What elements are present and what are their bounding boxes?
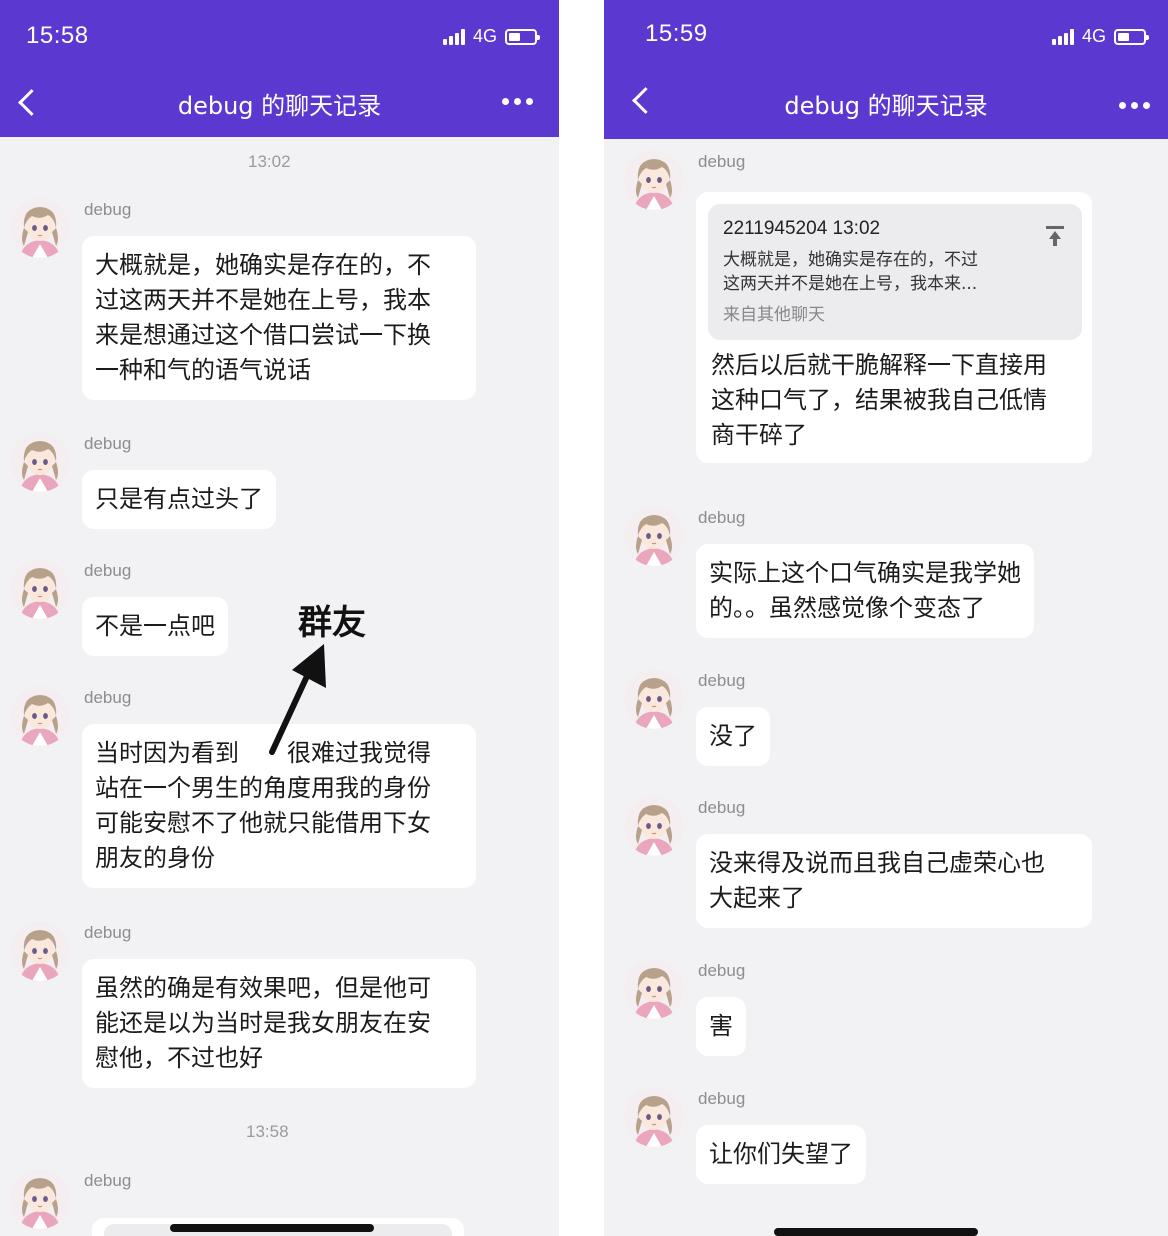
avatar[interactable] — [624, 1087, 684, 1147]
signal-icon — [442, 28, 465, 45]
battery-icon — [1114, 28, 1149, 45]
status-time: 15:58 — [26, 22, 89, 49]
sender-name: debug — [698, 961, 746, 980]
home-indicator — [774, 1228, 978, 1236]
timestamp: 13:02 — [248, 152, 291, 171]
status-icons: 4G — [442, 26, 540, 47]
network-type: 4G — [1081, 26, 1106, 46]
divider — [559, 0, 604, 1236]
network-type: 4G — [472, 26, 497, 46]
sender-name: debug — [698, 671, 746, 690]
message-bubble[interactable]: 只是有点过头了 — [82, 470, 276, 529]
annotation-label: 群友 — [298, 603, 366, 643]
avatar[interactable] — [10, 686, 70, 746]
message-bubble[interactable]: 没来得及说而且我自己虚荣心也 大起来了 — [696, 834, 1092, 928]
avatar[interactable] — [10, 1169, 70, 1229]
quote-card[interactable]: 2211945204 13:02 大概就是，她确实是存在的，不过 这两天并不是她… — [708, 204, 1082, 340]
avatar[interactable] — [10, 559, 70, 619]
signal-icon — [1051, 28, 1074, 45]
message-bubble[interactable]: 实际上这个口气确实是我学她 的。。虽然感觉像个变态了 — [696, 544, 1034, 638]
avatar[interactable] — [624, 506, 684, 566]
sender-name: debug — [84, 923, 132, 942]
avatar[interactable] — [10, 432, 70, 492]
status-time: 15:59 — [645, 20, 708, 47]
quote-text: 大概就是，她确实是存在的，不过 这两天并不是她在上号，我本来... — [723, 250, 978, 294]
timestamp: 13:58 — [246, 1122, 289, 1141]
phone-screen-left: 15:58 4G debug 的聊天记录 13:02 debug 大概就是，她确… — [0, 0, 559, 1236]
sender-name: debug — [698, 508, 746, 527]
avatar[interactable] — [624, 959, 684, 1019]
annotation-arrow-icon — [269, 644, 326, 755]
message-bubble[interactable]: 让你们失望了 — [696, 1125, 866, 1184]
sender-name: debug — [84, 561, 132, 580]
message-bubble[interactable]: 虽然的确是有效果吧，但是他可 能还是以为当时是我女朋友在安 慰他，不过也好 — [82, 959, 476, 1088]
more-dots-icon[interactable] — [502, 98, 533, 105]
message-bubble[interactable]: 大概就是，她确实是存在的，不 过这两天并不是她在上号，我本 来是想通过这个借口尝… — [82, 236, 476, 400]
sender-name: debug — [84, 434, 132, 453]
sender-name: debug — [84, 688, 132, 707]
avatar[interactable] — [624, 150, 684, 210]
phone-screen-right: 15:59 4G debug 的聊天记录 debug 2211945204 13… — [604, 0, 1168, 1236]
sender-name: debug — [698, 152, 746, 171]
avatar[interactable] — [10, 921, 70, 981]
sender-name: debug — [84, 200, 132, 219]
avatar[interactable] — [624, 669, 684, 729]
page-title: debug 的聊天记录 — [784, 92, 988, 120]
pin-top-icon[interactable] — [1046, 226, 1064, 246]
chat-header: 15:58 4G debug 的聊天记录 — [0, 0, 559, 137]
message-bubble[interactable]: 害 — [696, 997, 746, 1056]
status-icons: 4G — [1051, 26, 1149, 47]
sender-name: debug — [698, 1089, 746, 1108]
message-bubble[interactable]: 不是一点吧 — [82, 597, 228, 656]
chat-header: 15:59 4G debug 的聊天记录 — [604, 0, 1168, 139]
message-text: 然后以后就干脆解释一下直接用 这种口气了，结果被我自己低情 商干碎了 — [711, 351, 1047, 449]
more-dots-icon[interactable] — [1119, 102, 1150, 109]
message-bubble[interactable]: 2211945204 13:02 大概就是，她确实是存在的，不过 这两天并不是她… — [696, 192, 1092, 463]
avatar[interactable] — [10, 198, 70, 258]
message-bubble[interactable]: 没了 — [696, 707, 770, 766]
quote-header: 2211945204 13:02 — [723, 218, 881, 239]
page-title: debug 的聊天记录 — [177, 92, 382, 120]
battery-icon — [505, 28, 540, 45]
quote-source: 来自其他聊天 — [723, 305, 825, 325]
home-indicator — [170, 1224, 374, 1232]
avatar[interactable] — [624, 796, 684, 856]
sender-name: debug — [698, 798, 746, 817]
sender-name: debug — [84, 1171, 132, 1190]
